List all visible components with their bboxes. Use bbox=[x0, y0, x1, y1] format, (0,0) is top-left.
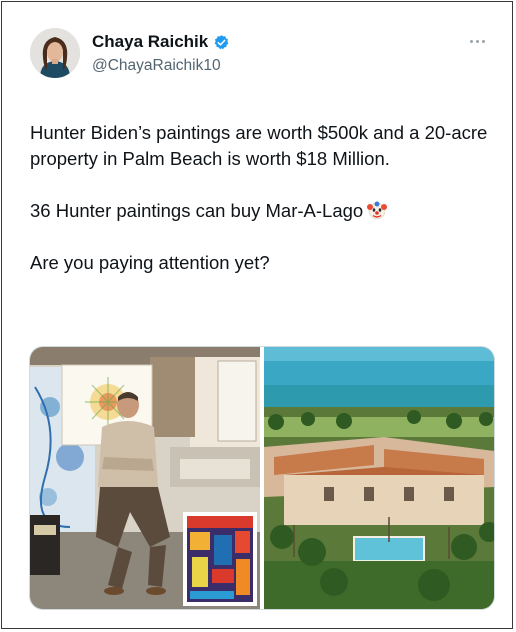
tweet-text: Hunter Biden’s paintings are worth $500k… bbox=[30, 120, 500, 302]
clown-face-icon bbox=[367, 200, 388, 220]
tweet-header: Chaya Raichik @ChayaRaichik10 bbox=[30, 28, 492, 88]
media-grid bbox=[29, 346, 495, 610]
display-name[interactable]: Chaya Raichik bbox=[92, 32, 208, 52]
tweet-card: Chaya Raichik @ChayaRaichik10 Hunter Bid… bbox=[1, 1, 513, 629]
estate-photo[interactable] bbox=[264, 347, 494, 609]
tweet-paragraph-text: 36 Hunter paintings can buy Mar-A-Lago bbox=[30, 200, 364, 221]
tweet-paragraph: Are you paying attention yet? bbox=[30, 252, 270, 273]
avatar[interactable] bbox=[30, 28, 80, 78]
author-handle[interactable]: @ChayaRaichik10 bbox=[92, 57, 230, 75]
tweet-paragraph: Hunter Biden’s paintings are worth $500k… bbox=[30, 122, 488, 169]
author-block: Chaya Raichik @ChayaRaichik10 bbox=[92, 32, 230, 75]
verified-badge-icon bbox=[213, 34, 230, 51]
more-options-icon[interactable] bbox=[466, 36, 488, 46]
tweet-paragraph: 36 Hunter paintings can buy Mar-A-Lago bbox=[30, 198, 500, 224]
studio-photo[interactable] bbox=[30, 347, 260, 609]
